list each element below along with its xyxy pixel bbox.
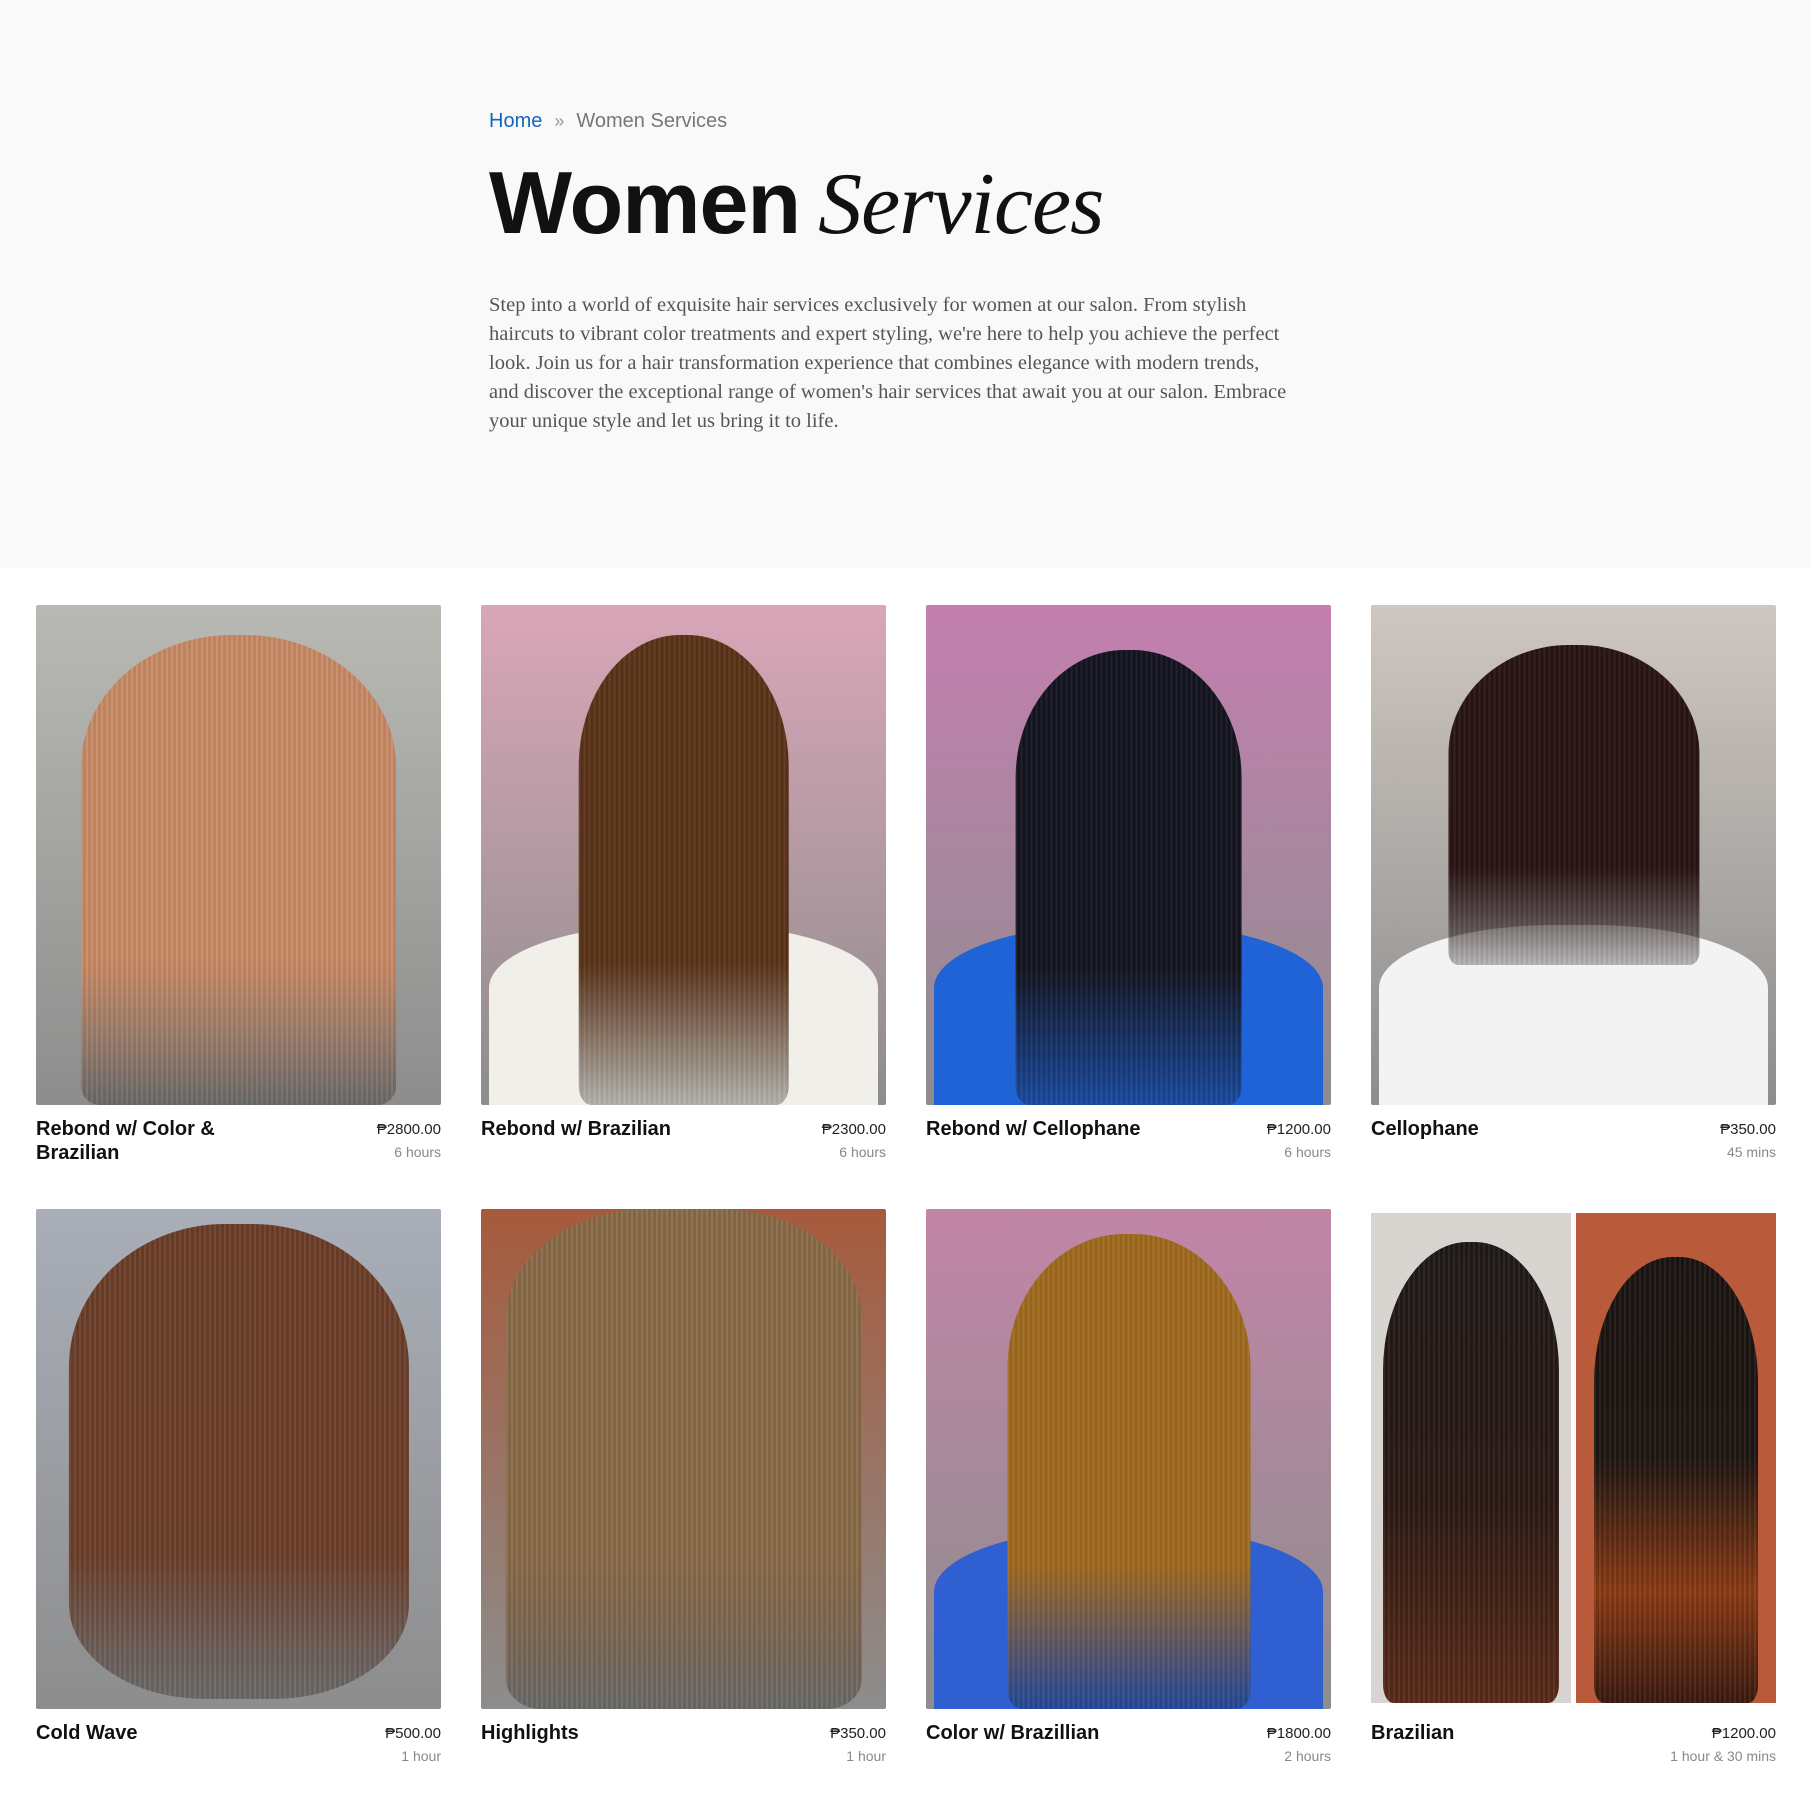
service-name: Rebond w/ Color & Brazilian [36,1118,215,1164]
service-photo [481,1209,886,1709]
page-header: Home » Women Services Women Services Step… [0,0,1810,568]
services-grid: Rebond w/ Color & Brazilian ₱2800.00 6 hou… [36,605,1778,1813]
service-duration: 6 hours [839,1144,886,1160]
service-price: ₱500.00 [385,1725,441,1742]
service-duration: 1 hour & 30 mins [1670,1748,1776,1764]
service-name: Cellophane [1371,1118,1479,1140]
service-duration: 1 hour [401,1748,441,1764]
page-title: Women Services [489,159,1289,249]
service-duration: 45 mins [1726,1144,1776,1160]
service-name: Cold Wave [36,1722,138,1744]
service-price: ₱1800.00 [1266,1725,1331,1742]
service-photo [926,1209,1331,1709]
service-name: Rebond w/ Brazilian [481,1118,672,1140]
page-title-bold: Women [489,153,801,252]
service-duration: 2 hours [1284,1748,1331,1764]
service-duration: 1 hour [846,1748,886,1764]
service-name: Brazilian [1371,1722,1455,1744]
service-duration: 6 hours [1284,1144,1331,1160]
service-card[interactable]: Color w/ Brazillian ₱1800.00 2 hours [926,1209,1331,1813]
page-title-italic: Services [818,156,1104,253]
service-price: ₱350.00 [830,1725,886,1742]
breadcrumb: Home » Women Services [489,110,1289,133]
service-name: Rebond w/ Cellophane [926,1118,1141,1140]
breadcrumb-current: Women Services [576,110,728,132]
service-photo [36,1209,441,1709]
service-price: ₱1200.00 [1266,1121,1331,1138]
service-card[interactable]: Rebond w/ Brazilian ₱2300.00 6 hours [481,605,886,1209]
breadcrumb-separator: » [554,111,565,131]
service-duration: 6 hours [394,1144,441,1160]
service-photo [1371,605,1776,1105]
page-header-content: Home » Women Services Women Services Step… [489,110,1289,436]
service-price: ₱2300.00 [821,1121,886,1138]
service-photo [1371,1209,1776,1709]
service-photo [36,605,441,1105]
service-price: ₱2800.00 [376,1121,441,1138]
service-card[interactable]: Rebond w/ Cellophane ₱1200.00 6 hours [926,605,1331,1209]
page-intro: Step into a world of exquisite hair serv… [489,294,1287,432]
service-card[interactable]: Brazilian ₱1200.00 1 hour & 30 mins [1371,1209,1776,1813]
service-price: ₱1200.00 [1711,1725,1776,1742]
service-photo [481,605,886,1105]
service-card[interactable]: Rebond w/ Color & Brazilian ₱2800.00 6 hou… [36,605,441,1209]
service-photo [926,605,1331,1105]
breadcrumb-home-link[interactable]: Home [489,110,542,133]
service-name: Highlights [481,1722,579,1744]
service-card[interactable]: Highlights ₱350.00 1 hour [481,1209,886,1813]
service-card[interactable]: Cellophane ₱350.00 45 mins [1371,605,1776,1209]
service-card[interactable]: Cold Wave ₱500.00 1 hour [36,1209,441,1813]
service-name: Color w/ Brazillian [926,1722,1100,1744]
service-price: ₱350.00 [1720,1121,1776,1138]
